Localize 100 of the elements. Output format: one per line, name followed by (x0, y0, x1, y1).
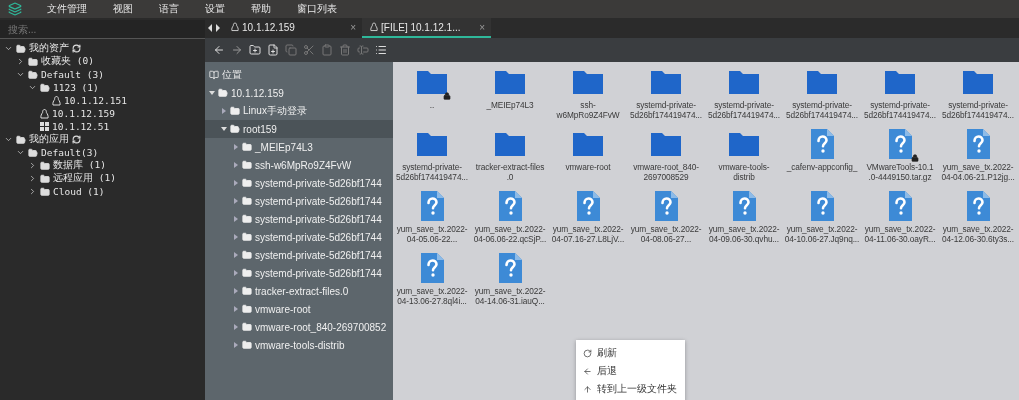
tree-item[interactable]: 远程应用 (1) (0, 172, 205, 185)
rename-icon[interactable] (357, 44, 369, 56)
menu-entry[interactable]: 转到上一级文件夹 (576, 380, 685, 398)
file-item[interactable]: yum_save_tx.2022- 04-06.06-22.qcSjP... (471, 190, 549, 252)
collapsed-triangle-icon[interactable] (233, 306, 239, 312)
file-item[interactable]: ssh- w6MpRo9Z4FvW (549, 66, 627, 128)
folder-row[interactable]: vmware-tools-distrib (205, 336, 393, 354)
chevron-down-icon[interactable] (16, 70, 25, 79)
file-item[interactable]: yum_save_tx.2022- 04-10.06-27.Jq9nq... (783, 190, 861, 252)
file-item[interactable]: yum_save_tx.2022- 04-14.06-31.iauQ... (471, 252, 549, 314)
folder-row[interactable]: systemd-private-5d26bf1744 (205, 210, 393, 228)
folder-row[interactable]: vmware-root (205, 300, 393, 318)
menu-entry[interactable]: 刷新 (576, 344, 685, 362)
expanded-triangle-icon[interactable] (221, 126, 227, 132)
file-item[interactable]: systemd-private- 5d26bf174419474... (783, 66, 861, 128)
file-item[interactable]: yum_save_tx.2022- 04-05.06-22... (393, 190, 471, 252)
collapsed-triangle-icon[interactable] (233, 198, 239, 204)
folder-row[interactable]: systemd-private-5d26bf1744 (205, 246, 393, 264)
chevron-down-icon[interactable] (16, 148, 25, 157)
tree-item[interactable]: 10.1.12.51 (0, 120, 205, 133)
file-item[interactable]: _MEIEp74L3 (471, 66, 549, 128)
tree-item[interactable]: 我的资产 (0, 42, 205, 55)
folder-row[interactable]: systemd-private-5d26bf1744 (205, 228, 393, 246)
file-item[interactable]: yum_save_tx.2022- 04-13.06-27.8ql4i... (393, 252, 471, 314)
chevron-down-icon[interactable] (4, 44, 13, 53)
file-item[interactable]: yum_save_tx.2022- 04-04.06-21.P12jg... (939, 128, 1017, 190)
tree-item[interactable]: Default(3) (0, 146, 205, 159)
folder-row[interactable]: tracker-extract-files.0 (205, 282, 393, 300)
collapsed-triangle-icon[interactable] (221, 108, 227, 114)
expanded-triangle-icon[interactable] (209, 90, 215, 96)
collapsed-triangle-icon[interactable] (233, 288, 239, 294)
collapsed-triangle-icon[interactable] (233, 324, 239, 330)
folder-row[interactable]: systemd-private-5d26bf1744 (205, 264, 393, 282)
file-item[interactable]: tracker-extract-files .0 (471, 128, 549, 190)
file-item[interactable]: yum_save_tx.2022- 04-12.06-30.6ty3s... (939, 190, 1017, 252)
folder-row[interactable]: root159 (205, 120, 393, 138)
file-item[interactable]: systemd-private- 5d26bf174419474... (861, 66, 939, 128)
menu-item[interactable]: 窗口列表 (284, 2, 350, 16)
chevron-right-icon[interactable] (28, 187, 37, 196)
collapsed-triangle-icon[interactable] (233, 252, 239, 258)
close-button[interactable]: × (479, 21, 485, 33)
delete-icon[interactable] (339, 44, 351, 56)
folder-row[interactable]: 10.1.12.159 (205, 84, 393, 102)
menu-item[interactable]: 视图 (100, 2, 146, 16)
tab[interactable]: [FILE] 10.1.12.1... × (362, 18, 491, 38)
tree-item[interactable]: 我的应用 (0, 133, 205, 146)
refresh-icon[interactable] (72, 44, 81, 53)
file-item[interactable]: vmware-root (549, 128, 627, 190)
chevron-right-icon[interactable] (28, 174, 37, 183)
close-button[interactable]: × (350, 21, 356, 33)
forward-arrow-icon[interactable] (231, 44, 243, 56)
collapsed-triangle-icon[interactable] (233, 342, 239, 348)
menu-item[interactable]: 语言 (146, 2, 192, 16)
file-item[interactable]: yum_save_tx.2022- 04-07.16-27.L8LjV... (549, 190, 627, 252)
chevron-right-icon[interactable] (28, 161, 37, 170)
tree-item[interactable]: Cloud (1) (0, 185, 205, 198)
refresh-icon[interactable] (72, 135, 81, 144)
cut-icon[interactable] (303, 44, 315, 56)
folder-row[interactable]: vmware-root_840-269700852 (205, 318, 393, 336)
file-item[interactable]: vmware-tools- distrib (705, 128, 783, 190)
menu-entry[interactable]: 后退 (576, 362, 685, 380)
list-view-icon[interactable] (375, 44, 387, 56)
chevron-down-icon[interactable] (28, 83, 37, 92)
new-folder-icon[interactable] (249, 44, 261, 56)
file-item[interactable]: yum_save_tx.2022- 04-08.06-27... (627, 190, 705, 252)
tree-item[interactable]: 收藏夹 (0) (0, 55, 205, 68)
new-file-icon[interactable] (267, 44, 279, 56)
folder-row[interactable]: systemd-private-5d26bf1744 (205, 192, 393, 210)
file-item[interactable]: systemd-private- 5d26bf174419474... (939, 66, 1017, 128)
menu-item[interactable]: 帮助 (238, 2, 284, 16)
folder-row[interactable]: systemd-private-5d26bf1744 (205, 174, 393, 192)
collapsed-triangle-icon[interactable] (233, 216, 239, 222)
tree-item[interactable]: 1123 (1) (0, 81, 205, 94)
file-item[interactable]: systemd-private- 5d26bf174419474... (627, 66, 705, 128)
chevron-down-icon[interactable] (4, 135, 13, 144)
file-item[interactable]: VMwareTools-10.1 .0-4449150.tar.gz (861, 128, 939, 190)
collapsed-triangle-icon[interactable] (233, 144, 239, 150)
folder-row[interactable]: ssh-w6MpRo9Z4FvW (205, 156, 393, 174)
tree-item[interactable]: 数据库 (1) (0, 159, 205, 172)
copy-icon[interactable] (285, 44, 297, 56)
menu-item[interactable]: 文件管理 (34, 2, 100, 16)
file-item[interactable]: .. (393, 66, 471, 128)
tree-item[interactable]: 10.1.12.151 (0, 94, 205, 107)
file-item[interactable]: vmware-root_840- 2697008529 (627, 128, 705, 190)
file-item[interactable]: systemd-private- 5d26bf174419474... (393, 128, 471, 190)
folder-row[interactable]: _MEIEp74L3 (205, 138, 393, 156)
collapsed-triangle-icon[interactable] (233, 234, 239, 240)
file-item[interactable]: _cafenv-appconfig_ (783, 128, 861, 190)
file-item[interactable]: systemd-private- 5d26bf174419474... (705, 66, 783, 128)
file-item[interactable]: yum_save_tx.2022- 04-11.06-30.oayR... (861, 190, 939, 252)
file-item[interactable]: yum_save_tx.2022- 04-09.06-30.qvhu... (705, 190, 783, 252)
paste-icon[interactable] (321, 44, 333, 56)
tree-item[interactable]: 10.1.12.159 (0, 107, 205, 120)
tree-item[interactable]: Default (3) (0, 68, 205, 81)
collapsed-triangle-icon[interactable] (233, 270, 239, 276)
search-field[interactable]: 搜索... (0, 20, 205, 39)
back-arrow-icon[interactable] (213, 44, 225, 56)
menu-item[interactable]: 设置 (192, 2, 238, 16)
chevron-right-icon[interactable] (16, 57, 25, 66)
folder-row[interactable]: Linux手动登录 (205, 102, 393, 120)
